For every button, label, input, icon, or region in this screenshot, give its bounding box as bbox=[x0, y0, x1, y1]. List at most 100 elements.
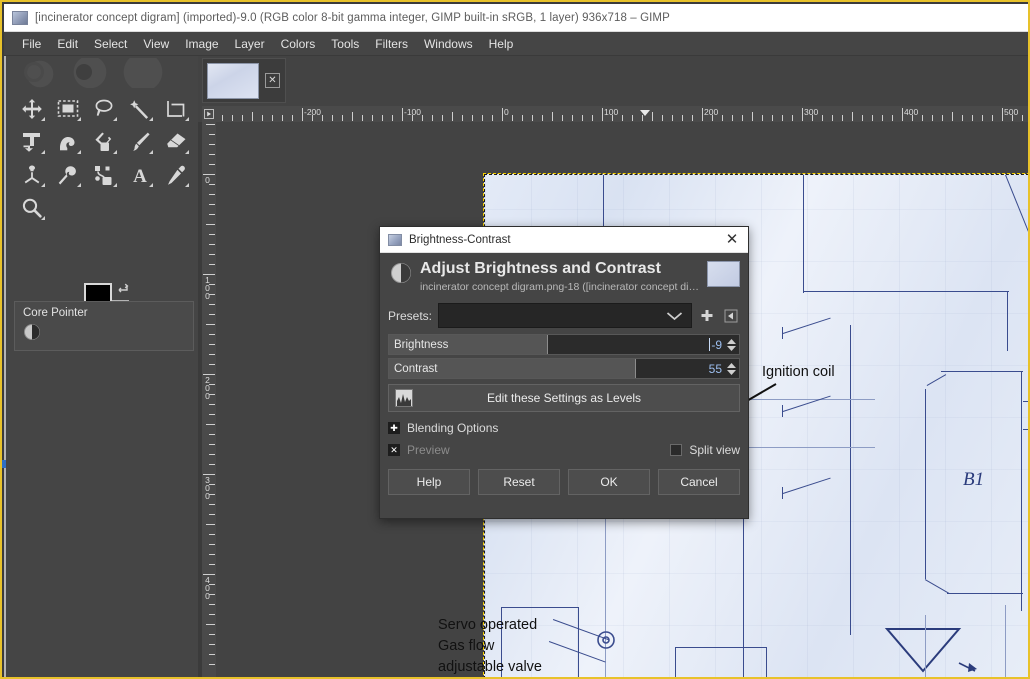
ruler-minor-tick bbox=[552, 112, 553, 121]
ruler-minor-tick bbox=[832, 115, 833, 121]
clone-tool[interactable] bbox=[14, 158, 50, 191]
transform-tool[interactable] bbox=[14, 125, 50, 158]
drawing-line bbox=[803, 175, 805, 293]
menu-help[interactable]: Help bbox=[481, 34, 522, 54]
smudge-tool[interactable] bbox=[50, 158, 86, 191]
drawing-line bbox=[766, 647, 768, 677]
color-picker-tool[interactable] bbox=[158, 158, 194, 191]
ruler-origin-button[interactable] bbox=[202, 106, 216, 122]
preview-checkbox[interactable]: ✕ bbox=[388, 444, 400, 456]
drawing-line bbox=[1023, 401, 1028, 403]
warp-transform-tool[interactable] bbox=[50, 125, 86, 158]
ruler-minor-tick bbox=[852, 112, 853, 121]
ruler-minor-tick bbox=[822, 115, 823, 121]
ruler-major-tick bbox=[802, 108, 803, 121]
ruler-minor-tick bbox=[342, 115, 343, 121]
ruler-minor-tick bbox=[209, 454, 215, 455]
ruler-minor-tick bbox=[952, 112, 953, 121]
incinerator-concept-digram-thumbnail bbox=[207, 62, 259, 99]
ruler-minor-tick bbox=[209, 394, 215, 395]
ruler-minor-tick bbox=[209, 584, 215, 585]
edit-as-levels-button[interactable]: Edit these Settings as Levels bbox=[388, 384, 740, 412]
menu-select[interactable]: Select bbox=[86, 34, 135, 54]
bucket-fill-tool[interactable] bbox=[86, 125, 122, 158]
contrast-slider[interactable]: Contrast 55 bbox=[388, 358, 740, 379]
ruler-minor-tick bbox=[392, 115, 393, 121]
add-preset-button[interactable] bbox=[698, 306, 716, 326]
ruler-minor-tick bbox=[432, 115, 433, 121]
menu-edit[interactable]: Edit bbox=[49, 34, 86, 54]
rectangle-select-tool[interactable] bbox=[50, 92, 86, 125]
ruler-minor-tick bbox=[322, 115, 323, 121]
ruler-minor-tick bbox=[209, 554, 215, 555]
ruler-label: 100 bbox=[205, 275, 210, 301]
menu-windows[interactable]: Windows bbox=[416, 34, 481, 54]
contrast-value[interactable]: 55 bbox=[709, 362, 725, 376]
spinner-up-icon bbox=[726, 338, 736, 344]
free-select-tool[interactable] bbox=[86, 92, 122, 125]
ruler-minor-tick bbox=[209, 354, 215, 355]
menu-view[interactable]: View bbox=[135, 34, 177, 54]
ruler-minor-tick bbox=[632, 115, 633, 121]
crop-tool[interactable] bbox=[158, 92, 194, 125]
ruler-minor-tick bbox=[612, 115, 613, 121]
ruler-minor-tick bbox=[652, 112, 653, 121]
contrast-spinner[interactable] bbox=[725, 359, 737, 378]
image-icon bbox=[388, 233, 402, 246]
window-title: [incinerator concept digram] (imported)-… bbox=[35, 11, 670, 24]
presets-label: Presets: bbox=[388, 308, 433, 323]
zoom-tool[interactable] bbox=[14, 191, 50, 224]
ruler-minor-tick bbox=[209, 244, 215, 245]
brightness-contrast-dialog[interactable]: Brightness-Contrast ✕ Adjust Brightness … bbox=[379, 226, 749, 519]
ruler-minor-tick bbox=[772, 115, 773, 121]
drawing-line bbox=[782, 405, 784, 417]
ok-button[interactable]: OK bbox=[568, 469, 650, 495]
fuzzy-select-tool[interactable] bbox=[122, 92, 158, 125]
ruler-minor-tick bbox=[782, 115, 783, 121]
menu-layer[interactable]: Layer bbox=[227, 34, 273, 54]
close-icon[interactable]: ✕ bbox=[722, 230, 742, 250]
tool-options-corner-icon bbox=[41, 216, 45, 220]
eraser-tool[interactable] bbox=[158, 125, 194, 158]
ruler-minor-tick bbox=[209, 514, 215, 515]
brightness-spinner[interactable] bbox=[725, 335, 737, 354]
horizontal-ruler[interactable]: -200 -100 0 100 200 300 400 500 bbox=[216, 106, 1028, 122]
text-tool[interactable]: A bbox=[122, 158, 158, 191]
brightness-contrast-icon[interactable] bbox=[23, 323, 41, 341]
paths-tool[interactable] bbox=[86, 158, 122, 191]
split-view-checkbox[interactable] bbox=[670, 444, 683, 456]
close-icon[interactable]: ✕ bbox=[265, 73, 280, 88]
reset-button[interactable]: Reset bbox=[478, 469, 560, 495]
ruler-minor-tick bbox=[252, 112, 253, 121]
image-tab[interactable]: ✕ bbox=[202, 58, 286, 103]
swap-colors-icon[interactable] bbox=[117, 281, 131, 295]
menu-image[interactable]: Image bbox=[177, 34, 226, 54]
menu-filters[interactable]: Filters bbox=[367, 34, 416, 54]
ruler-minor-tick bbox=[209, 384, 215, 385]
presets-menu-button[interactable] bbox=[722, 306, 740, 326]
menu-file[interactable]: File bbox=[14, 34, 49, 54]
tool-options-corner-icon bbox=[113, 150, 117, 154]
device-status-panel: Core Pointer bbox=[14, 301, 194, 351]
paintbrush-tool[interactable] bbox=[122, 125, 158, 158]
cancel-button[interactable]: Cancel bbox=[658, 469, 740, 495]
ruler-minor-tick bbox=[362, 115, 363, 121]
tool-options-corner-icon bbox=[41, 150, 45, 154]
brightness-slider[interactable]: Brightness -9 bbox=[388, 334, 740, 355]
blending-options-row[interactable]: ✚ Blending Options bbox=[388, 421, 740, 435]
ruler-minor-tick bbox=[942, 115, 943, 121]
menubar: File Edit Select View Image Layer Colors… bbox=[4, 32, 1028, 56]
vertical-ruler[interactable]: 0 100 200 300 400 bbox=[202, 122, 216, 677]
menu-colors[interactable]: Colors bbox=[273, 34, 324, 54]
ruler-label: 0 bbox=[205, 175, 210, 185]
ruler-minor-tick bbox=[209, 344, 215, 345]
ruler-major-tick bbox=[402, 108, 403, 121]
preview-label: Preview bbox=[407, 443, 450, 457]
help-button[interactable]: Help bbox=[388, 469, 470, 495]
menu-tools[interactable]: Tools bbox=[323, 34, 367, 54]
move-tool[interactable] bbox=[14, 92, 50, 125]
presets-combobox[interactable] bbox=[438, 303, 692, 328]
brightness-value[interactable]: -9 bbox=[709, 337, 725, 352]
expander-icon[interactable]: ✚ bbox=[388, 422, 400, 434]
ruler-minor-tick bbox=[522, 115, 523, 121]
